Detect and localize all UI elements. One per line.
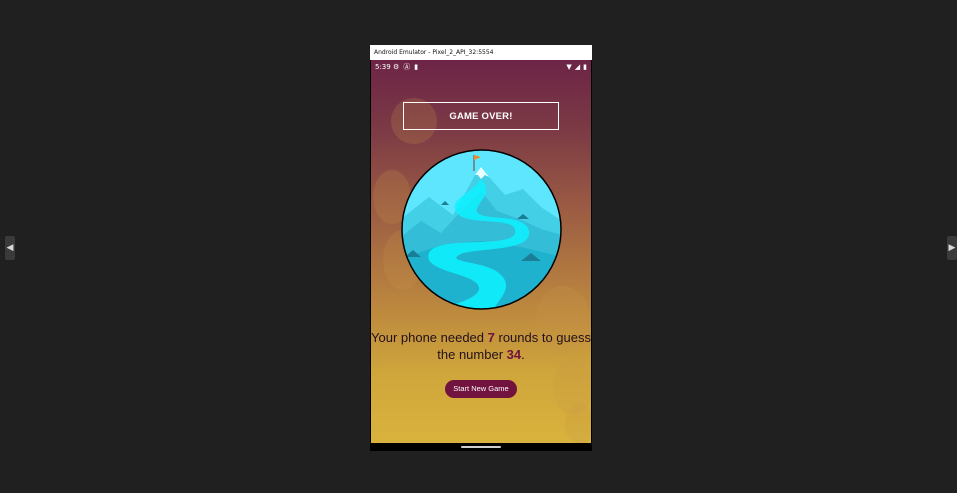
game-over-title: GAME OVER!	[403, 102, 559, 130]
start-new-game-button[interactable]: Start New Game	[445, 380, 517, 398]
mountain-summit-image	[401, 149, 562, 310]
target-number: 34	[506, 347, 522, 362]
settings-icon: ⚙	[393, 63, 400, 71]
rounds-count: 7	[487, 330, 495, 345]
status-bar: 5:39 ⚙ Ⓐ ▮ ▼ ◢ ▮	[371, 60, 591, 74]
wifi-icon: ▼	[566, 63, 572, 71]
app-screen: 5:39 ⚙ Ⓐ ▮ ▼ ◢ ▮ GAME OVER! Your phone n…	[371, 60, 591, 443]
message-text-3: .	[521, 347, 525, 362]
home-gesture-handle[interactable]	[461, 446, 501, 448]
right-arrow-icon[interactable]: ▶	[947, 236, 957, 260]
battery-icon: ▮	[583, 63, 587, 71]
background-decoration	[565, 404, 591, 443]
left-arrow-icon[interactable]: ◀	[5, 236, 15, 260]
status-right-icons: ▼ ◢ ▮	[566, 60, 587, 74]
emulator-title: Android Emulator - Pixel_2_API_32:5554	[370, 45, 592, 60]
status-left-icons: ⚙ Ⓐ ▮	[393, 60, 418, 74]
font-icon: Ⓐ	[403, 63, 411, 71]
emulator-window: Android Emulator - Pixel_2_API_32:5554 5…	[370, 45, 592, 451]
navigation-bar	[371, 443, 591, 451]
sd-card-icon: ▮	[414, 63, 419, 71]
signal-icon: ◢	[574, 63, 581, 71]
status-time: 5:39	[375, 63, 391, 71]
result-message: Your phone needed 7 rounds to guess the …	[371, 329, 591, 363]
message-text-1: Your phone needed	[371, 330, 488, 345]
